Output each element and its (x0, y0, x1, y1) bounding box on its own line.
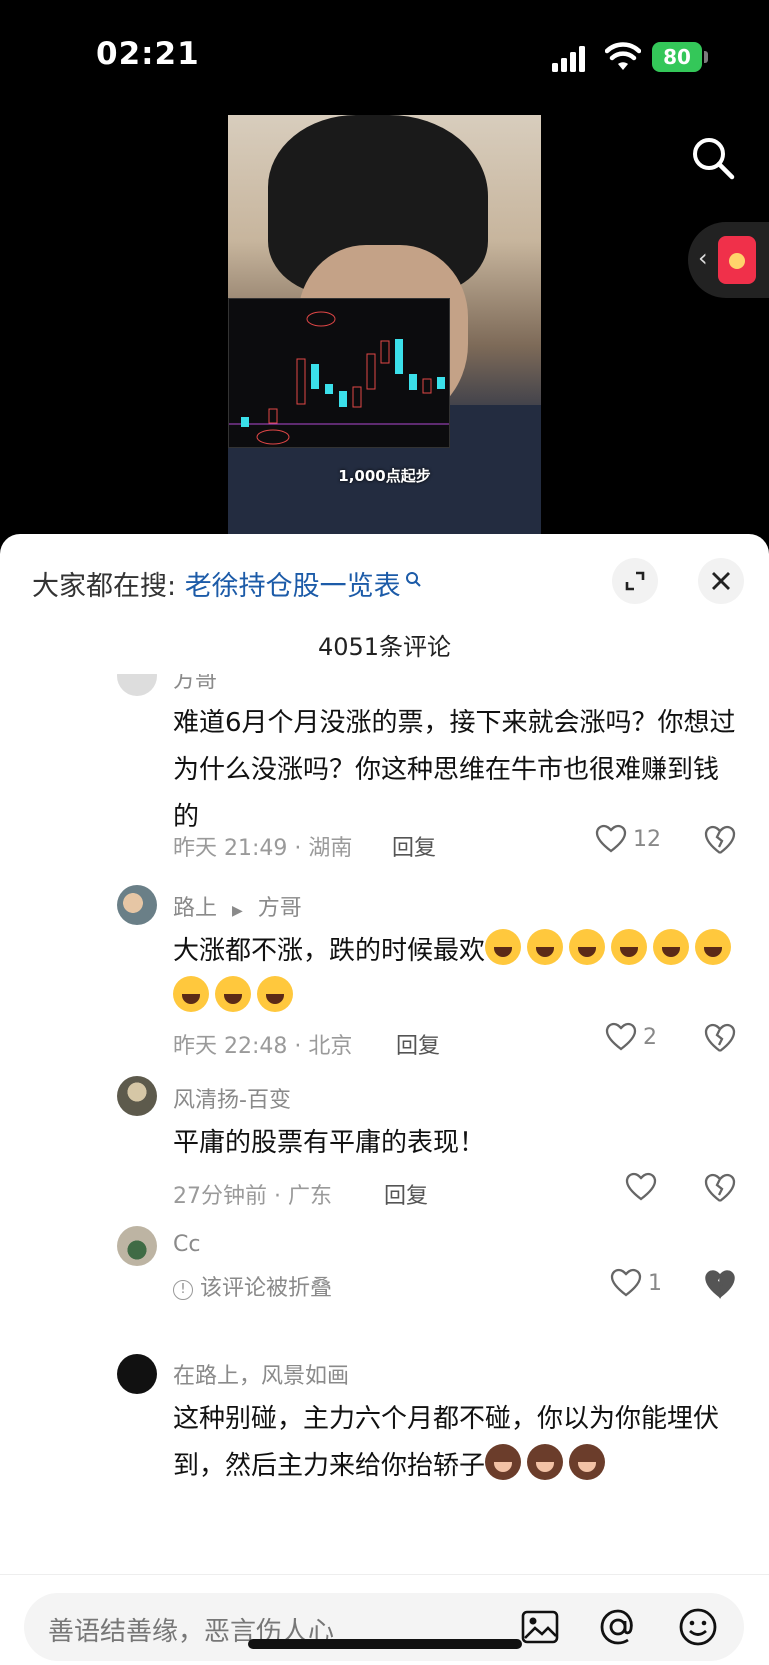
comment-input-bar: 善语结善缘，恶言伤人心 (0, 1574, 769, 1665)
search-icon[interactable] (690, 135, 736, 181)
dislike-heart-icon[interactable] (703, 1172, 737, 1204)
status-time: 02:21 (96, 36, 200, 72)
status-bar: 02:21 80 (0, 0, 769, 110)
hot-search-bar[interactable]: 大家都在搜: 老徐持仓股一览表 (32, 564, 421, 603)
folded-text: 该评论被折叠 (200, 1276, 333, 1301)
comment-text-content: 大涨都不涨，跌的时候最欢 (173, 936, 486, 966)
avatar[interactable] (117, 1226, 157, 1266)
comment-meta: 昨天 21:49 · 湖南 (173, 836, 353, 861)
like-button[interactable]: 1 (610, 1268, 662, 1298)
comment-author[interactable]: 路上 ▶ 方哥 (173, 890, 302, 922)
comment-author[interactable]: 风清扬-百变 (173, 1082, 291, 1114)
heart-icon (610, 1268, 642, 1297)
reply-arrow-icon: ▶ (232, 903, 243, 919)
video-subtitle: 1,000点起步 (338, 467, 431, 485)
comment-author-name[interactable]: 路上 (173, 896, 217, 921)
cellular-signal-icon (552, 46, 585, 72)
heart-icon (605, 1022, 637, 1051)
like-button[interactable]: 2 (605, 1022, 657, 1052)
rofl-emoji-icon (569, 929, 606, 965)
info-icon: ! (173, 1280, 193, 1300)
folded-notice[interactable]: ! 该评论被折叠 (173, 1270, 332, 1302)
video-player[interactable]: 1,000点起步 (228, 115, 541, 535)
rofl-emoji-icon (173, 976, 209, 1012)
comment-author[interactable]: 在路上，风景如画 (173, 1358, 349, 1390)
comment-meta: 27分钟前 · 广东 (173, 1184, 332, 1209)
dislike-heart-icon[interactable] (703, 1268, 737, 1300)
rofl-emoji-icon (527, 929, 564, 965)
comment-list[interactable]: 方哥 难道6月个月没涨的票，接下来就会涨吗？你想过为什么没涨吗？你这种思维在牛市… (0, 674, 769, 1554)
like-count: 1 (648, 1270, 662, 1296)
comment-text-content: 这种别碰，主力六个月都不碰，你以为你能埋伏到，然后主力来给你抬轿子 (173, 1404, 720, 1481)
avatar[interactable] (117, 885, 157, 925)
home-indicator[interactable] (248, 1639, 522, 1649)
comment-text: 这种别碰，主力六个月都不碰，你以为你能埋伏到，然后主力来给你抬轿子 (173, 1396, 743, 1490)
red-packet-button[interactable]: ‹ (688, 222, 769, 298)
hot-search-keyword[interactable]: 老徐持仓股一览表 (185, 571, 401, 602)
rofl-emoji-icon (215, 976, 251, 1012)
reply-button[interactable]: 回复 (392, 830, 436, 862)
search-small-icon (405, 572, 421, 587)
dislike-heart-icon[interactable] (703, 1022, 737, 1054)
like-count: 12 (633, 826, 661, 852)
reply-to-name[interactable]: 方哥 (258, 896, 302, 921)
heart-icon (595, 824, 627, 853)
comment-author[interactable]: 方哥 (173, 674, 217, 694)
rofl-emoji-icon (485, 929, 522, 965)
close-button[interactable] (698, 558, 744, 604)
dislike-heart-icon[interactable] (703, 824, 737, 856)
at-icon[interactable] (598, 1607, 638, 1647)
emoji-icon[interactable] (678, 1607, 718, 1647)
expand-icon (625, 571, 645, 591)
rofl-emoji-icon (611, 929, 648, 965)
close-icon (712, 572, 730, 590)
battery-indicator: 80 (652, 42, 702, 72)
smirk-emoji-icon (527, 1444, 564, 1480)
chevron-left-icon: ‹ (698, 244, 708, 272)
rofl-emoji-icon (695, 929, 732, 965)
comment-text: 难道6月个月没涨的票，接下来就会涨吗？你想过为什么没涨吗？你这种思维在牛市也很难… (173, 708, 736, 832)
comment-sheet: 大家都在搜: 老徐持仓股一览表 4051条评论 方哥 难道6月个月没涨的票，接下… (0, 534, 769, 1665)
image-icon[interactable] (520, 1607, 560, 1647)
avatar[interactable] (117, 1076, 157, 1116)
heart-icon (625, 1172, 657, 1201)
hot-search-prefix: 大家都在搜: (32, 571, 185, 602)
like-button[interactable]: 12 (595, 824, 661, 854)
reply-button[interactable]: 回复 (384, 1178, 428, 1210)
comment-author[interactable]: Cc (173, 1232, 200, 1257)
smirk-emoji-icon (485, 1444, 522, 1480)
smirk-emoji-icon (569, 1444, 606, 1480)
battery-tip (704, 51, 708, 63)
expand-button[interactable] (612, 558, 658, 604)
candlestick-chart-graphic (229, 311, 449, 445)
red-packet-icon (718, 236, 756, 284)
comment-text: 大涨都不涨，跌的时候最欢 (173, 928, 743, 1022)
wifi-icon (605, 42, 641, 70)
comment-count: 4051条评论 (317, 633, 452, 661)
like-button[interactable] (625, 1172, 663, 1202)
rofl-emoji-icon (653, 929, 690, 965)
battery-level: 80 (663, 45, 691, 69)
rofl-emoji-icon (257, 976, 293, 1012)
comment-input[interactable]: 善语结善缘，恶言伤人心 (24, 1593, 744, 1661)
comment-text: 平庸的股票有平庸的表现！ (173, 1128, 486, 1158)
video-stock-chart (228, 298, 450, 448)
like-count: 2 (643, 1024, 657, 1050)
reply-button[interactable]: 回复 (396, 1028, 440, 1060)
avatar[interactable] (117, 1354, 157, 1394)
avatar[interactable] (117, 674, 157, 696)
comment-meta: 昨天 22:48 · 北京 (173, 1034, 353, 1059)
